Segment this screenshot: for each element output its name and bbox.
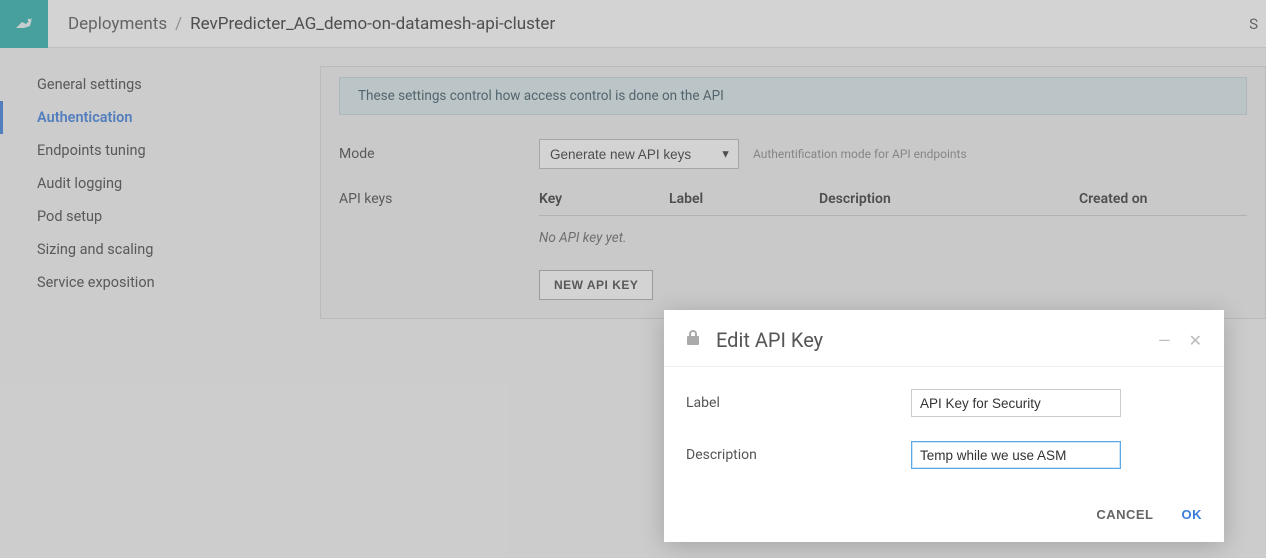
description-input[interactable] <box>911 441 1121 469</box>
modal-desc-field-label: Description <box>686 447 911 463</box>
cancel-button[interactable]: CANCEL <box>1096 507 1153 522</box>
minimize-icon[interactable]: — <box>1158 331 1171 350</box>
modal-title: Edit API Key <box>716 328 1158 352</box>
ok-button[interactable]: OK <box>1182 507 1203 522</box>
modal-header: Edit API Key — ✕ <box>664 310 1224 367</box>
modal-desc-row: Description <box>686 441 1202 469</box>
edit-api-key-modal: Edit API Key — ✕ Label Description CANCE… <box>664 310 1224 542</box>
close-icon[interactable]: ✕ <box>1189 331 1202 350</box>
modal-label-row: Label <box>686 389 1202 417</box>
lock-icon <box>686 330 700 350</box>
modal-footer: CANCEL OK <box>664 497 1224 542</box>
modal-label-field-label: Label <box>686 395 911 411</box>
modal-header-actions: — ✕ <box>1158 331 1202 350</box>
label-input[interactable] <box>911 389 1121 417</box>
modal-body: Label Description <box>664 367 1224 497</box>
